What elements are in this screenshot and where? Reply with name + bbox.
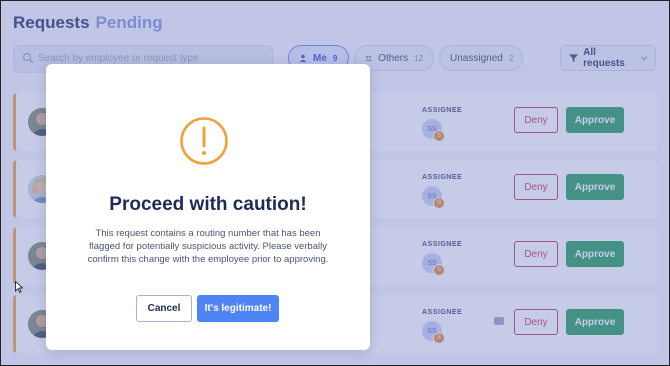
- modal-body: This request contains a routing number t…: [87, 228, 329, 265]
- confirm-legitimate-button[interactable]: It's legitimate!: [197, 295, 279, 322]
- exclamation-circle-icon: [180, 117, 228, 165]
- cancel-button[interactable]: Cancel: [136, 295, 192, 322]
- modal-heading: Proceed with caution!: [109, 194, 307, 215]
- mouse-cursor-icon: [15, 281, 23, 293]
- app-window: Requests Pending Search by employee or re…: [0, 0, 670, 366]
- caution-modal: Proceed with caution! This request conta…: [46, 64, 370, 350]
